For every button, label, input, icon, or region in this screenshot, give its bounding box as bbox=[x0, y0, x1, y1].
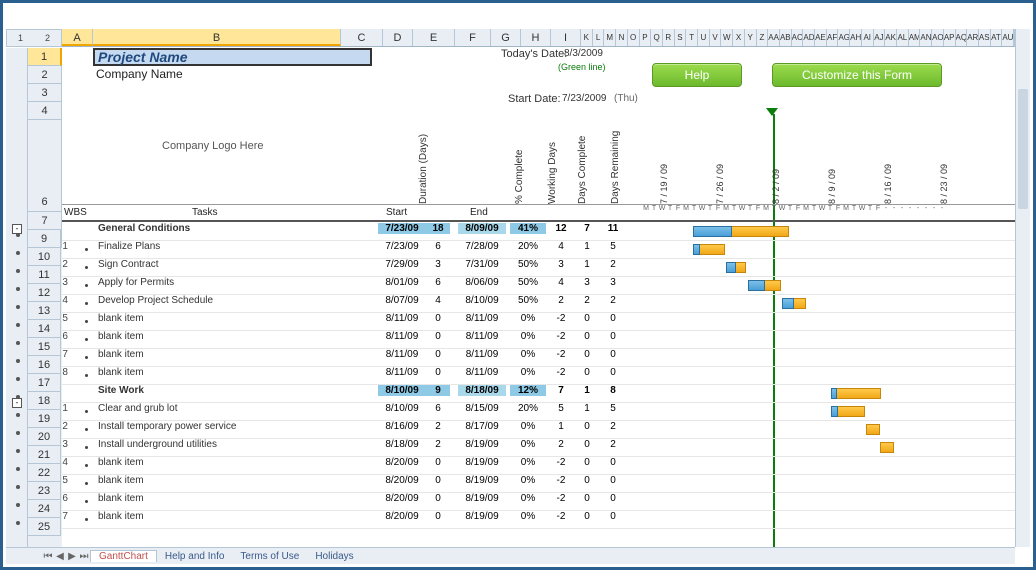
customize-button[interactable]: Customize this Form bbox=[772, 63, 942, 87]
row-headers[interactable]: 1 2 3 4 6 7 9101112131415161718192021222… bbox=[28, 48, 62, 547]
days-remaining-header: Days Remaining bbox=[610, 120, 621, 204]
tab-nav-first-icon[interactable]: ⏮ bbox=[42, 551, 54, 562]
start-date-value[interactable]: 7/23/2009 bbox=[562, 93, 607, 104]
green-line-label: (Green line) bbox=[558, 62, 606, 72]
outline-level-buttons[interactable]: 12 bbox=[6, 29, 62, 47]
start-date-label: Start Date: bbox=[508, 93, 561, 105]
sheet-tabs[interactable]: ⏮ ◀ ▶ ⏭ GanttChart Help and Info Terms o… bbox=[6, 547, 1015, 564]
scrollbar-thumb[interactable] bbox=[1018, 89, 1028, 209]
pct-complete-header: % Complete bbox=[514, 120, 525, 204]
outline-collapse-icon[interactable]: - bbox=[12, 224, 22, 234]
help-button[interactable]: Help bbox=[652, 63, 742, 87]
table-row[interactable]: '1.6blank item8/11/0908/11/090%-200 bbox=[62, 331, 1015, 349]
outline-strip: -- bbox=[6, 48, 28, 547]
tab-terms[interactable]: Terms of Use bbox=[232, 551, 307, 562]
todays-date-value[interactable]: 8/3/2009 bbox=[564, 48, 603, 59]
table-row[interactable]: '2.4blank item8/20/0908/19/090%-200 bbox=[62, 457, 1015, 475]
today-marker-icon bbox=[766, 108, 778, 116]
table-row[interactable]: '1.4Develop Project Schedule8/07/0948/10… bbox=[62, 295, 1015, 313]
duration-header: Duration (Days) bbox=[418, 120, 429, 204]
table-row[interactable]: '1.7blank item8/11/0908/11/090%-200 bbox=[62, 349, 1015, 367]
column-headers[interactable]: A B C D E F G H I KLMNOPQRSTUVWXYZAAABAC… bbox=[62, 29, 1015, 47]
table-row[interactable]: '2.3Install underground utilities8/18/09… bbox=[62, 439, 1015, 457]
table-row[interactable]: '1.3Apply for Permits8/01/0968/06/0950%4… bbox=[62, 277, 1015, 295]
table-row[interactable]: '1.8blank item8/11/0908/11/090%-200 bbox=[62, 367, 1015, 385]
table-row[interactable]: '2.1Clear and grub lot8/10/0968/15/0920%… bbox=[62, 403, 1015, 421]
table-row[interactable]: '1.2Sign Contract7/29/0937/31/0950%312 bbox=[62, 259, 1015, 277]
tab-nav-last-icon[interactable]: ⏭ bbox=[78, 551, 90, 562]
vertical-scrollbar[interactable] bbox=[1015, 29, 1030, 547]
table-row[interactable]: '2.2Install temporary power service8/16/… bbox=[62, 421, 1015, 439]
tab-help[interactable]: Help and Info bbox=[157, 551, 233, 562]
table-row[interactable]: '1.5blank item8/11/0908/11/090%-200 bbox=[62, 313, 1015, 331]
logo-placeholder: Company Logo Here bbox=[162, 140, 264, 152]
spreadsheet-grid[interactable]: Project Name Company Name Today's Date: … bbox=[62, 48, 1015, 547]
tab-nav-prev-icon[interactable]: ◀ bbox=[54, 551, 66, 562]
company-name[interactable]: Company Name bbox=[96, 67, 183, 81]
day-letter-header: MTWTFMTWTFMTWTFMTWTFMTWTFMTWTF-------- bbox=[642, 205, 946, 212]
working-days-header: Working Days bbox=[547, 120, 558, 204]
days-complete-header: Days Complete bbox=[577, 120, 588, 204]
table-row[interactable]: '2.5blank item8/20/0908/19/090%-200 bbox=[62, 475, 1015, 493]
task-rows[interactable]: '1General Conditions7/23/09188/09/0941%1… bbox=[62, 223, 1015, 529]
tab-ganttchart[interactable]: GanttChart bbox=[90, 550, 157, 562]
tab-nav-next-icon[interactable]: ▶ bbox=[66, 551, 78, 562]
table-row[interactable]: '2.7blank item8/20/0908/19/090%-200 bbox=[62, 511, 1015, 529]
start-day: (Thu) bbox=[614, 93, 638, 104]
outline-collapse-icon[interactable]: - bbox=[12, 398, 22, 408]
table-row[interactable]: '1.1Finalize Plans7/23/0967/28/0920%415 bbox=[62, 241, 1015, 259]
todays-date-label: Today's Date: bbox=[501, 48, 567, 60]
table-row[interactable]: '2.6blank item8/20/0908/19/090%-200 bbox=[62, 493, 1015, 511]
table-row[interactable]: '2Site Work8/10/0998/18/0912%718 bbox=[62, 385, 1015, 403]
tab-holidays[interactable]: Holidays bbox=[307, 551, 361, 562]
project-name-cell[interactable]: Project Name bbox=[93, 48, 372, 66]
table-row[interactable]: '1General Conditions7/23/09188/09/0941%1… bbox=[62, 223, 1015, 241]
